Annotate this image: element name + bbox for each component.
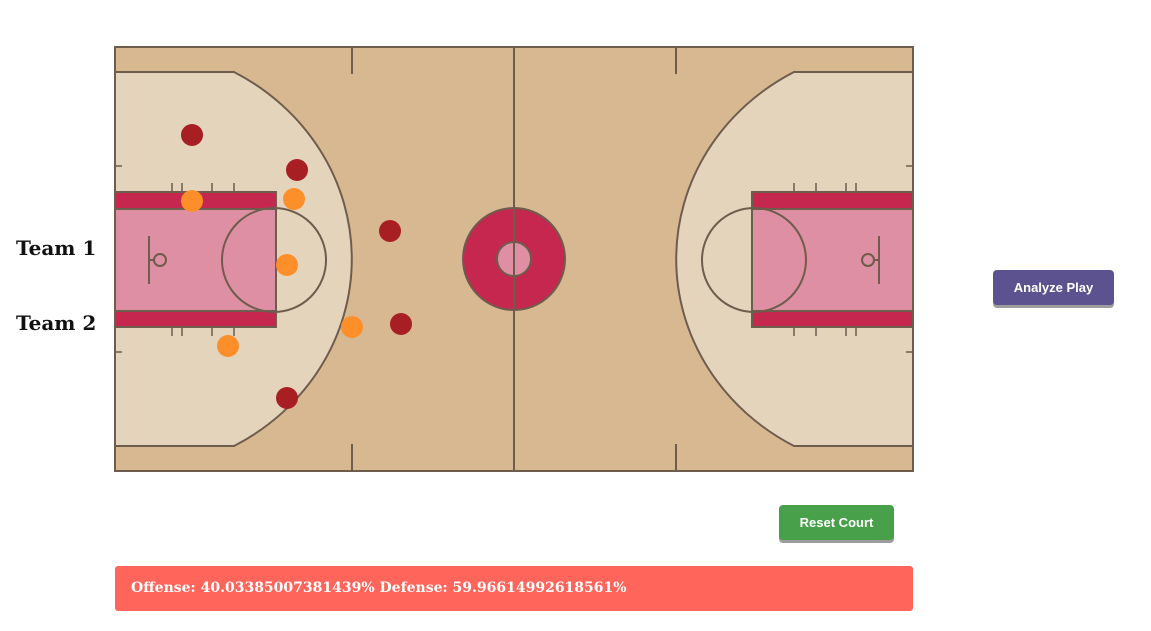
defense-value: 59.96614992618561% (452, 580, 627, 596)
analyze-play-button[interactable]: Analyze Play (993, 270, 1114, 305)
team-1-player-marker[interactable] (379, 220, 401, 242)
team-2-player-marker[interactable] (341, 316, 363, 338)
reset-court-button[interactable]: Reset Court (779, 505, 894, 540)
team-2-player-marker[interactable] (217, 335, 239, 357)
team-1-player-marker[interactable] (276, 387, 298, 409)
team-1-player-marker[interactable] (286, 159, 308, 181)
team-1-player-marker[interactable] (181, 124, 203, 146)
right-key-bottom-band (751, 310, 914, 328)
team-2-player-marker[interactable] (181, 190, 203, 212)
court-diagram[interactable] (114, 46, 914, 472)
basketball-court[interactable] (114, 46, 914, 472)
offense-value: 40.03385007381439% (200, 580, 375, 596)
team-2-player-marker[interactable] (283, 188, 305, 210)
team-2-player-marker[interactable] (276, 254, 298, 276)
result-bar: Offense: 40.03385007381439% Defense: 59.… (115, 566, 913, 611)
right-paint (751, 208, 914, 312)
defense-label: Defense: (379, 580, 448, 596)
offense-label: Offense: (131, 580, 196, 596)
right-key-top-band (751, 191, 914, 210)
team-1-label: Team 1 (16, 236, 97, 260)
team-2-label: Team 2 (16, 311, 97, 335)
left-paint (114, 208, 277, 312)
team-1-player-marker[interactable] (390, 313, 412, 335)
left-key-bottom-band (114, 310, 277, 328)
